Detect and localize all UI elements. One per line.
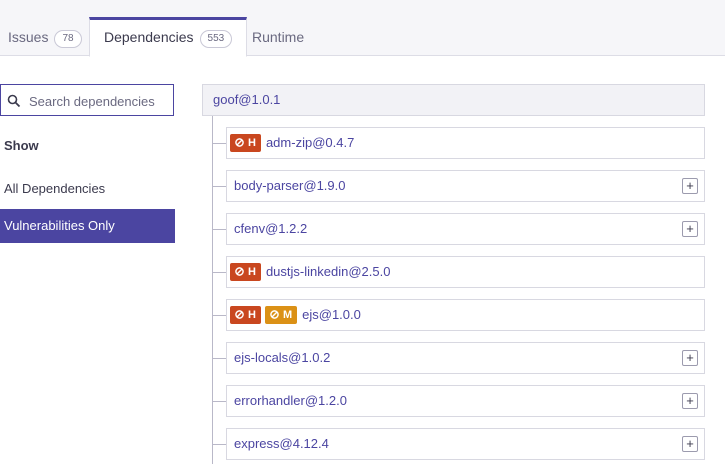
- show-label: Show: [4, 138, 39, 153]
- tree-branch-line: [212, 229, 226, 230]
- tree-root[interactable]: goof@1.0.1: [202, 84, 705, 116]
- expand-plus-icon[interactable]: +: [682, 350, 698, 366]
- tree-branch-line: [212, 358, 226, 359]
- search-icon: [7, 94, 21, 108]
- filter-all-dependencies[interactable]: All Dependencies: [0, 172, 175, 206]
- tab-dependencies-label: Dependencies: [104, 29, 194, 45]
- high-severity-badge: H: [230, 263, 261, 281]
- dependency-node[interactable]: body-parser@1.9.0 +: [226, 170, 705, 202]
- tab-issues[interactable]: Issues 78: [8, 18, 82, 56]
- tab-runtime[interactable]: Runtime: [252, 18, 304, 56]
- high-severity-badge: H: [230, 134, 261, 152]
- dependency-name: express@4.12.4: [234, 436, 329, 451]
- vulnerability-badges: Hdustjs-linkedin@2.5.0: [230, 263, 390, 281]
- tab-dependencies[interactable]: Dependencies 553: [89, 17, 248, 57]
- dependency-node[interactable]: ejs-locals@1.0.2 +: [226, 342, 705, 374]
- issues-count-badge: 78: [54, 30, 82, 48]
- tree-branch-line: [212, 272, 226, 273]
- dependency-node[interactable]: Hdustjs-linkedin@2.5.0: [226, 256, 705, 288]
- dependencies-count-badge: 553: [199, 30, 233, 48]
- tree-branch-line: [212, 401, 226, 402]
- tab-issues-label: Issues: [8, 29, 49, 45]
- dependency-node[interactable]: errorhandler@1.2.0 +: [226, 385, 705, 417]
- dependency-name: ejs@1.0.0: [302, 307, 361, 322]
- tree-branch-line: [212, 315, 226, 316]
- tree-branch-line: [212, 444, 226, 445]
- tab-runtime-label: Runtime: [252, 29, 305, 45]
- vulnerability-badges: H Mejs@1.0.0: [230, 306, 361, 324]
- dependency-node[interactable]: cfenv@1.2.2 +: [226, 213, 705, 245]
- medium-severity-badge: M: [264, 306, 298, 324]
- dependency-name: ejs-locals@1.0.2: [234, 350, 331, 365]
- expand-plus-icon[interactable]: +: [682, 178, 698, 194]
- expand-plus-icon[interactable]: +: [682, 221, 698, 237]
- vulnerability-badges: Hadm-zip@0.4.7: [230, 134, 354, 152]
- tree-branch-line: [212, 186, 226, 187]
- dependency-name: adm-zip@0.4.7: [265, 135, 355, 150]
- expand-plus-icon[interactable]: +: [682, 393, 698, 409]
- search-input[interactable]: [29, 90, 169, 112]
- tree-branch-line: [212, 143, 226, 144]
- high-severity-badge: H: [230, 306, 261, 324]
- dependency-name: dustjs-linkedin@2.5.0: [265, 264, 391, 279]
- expand-plus-icon[interactable]: +: [682, 436, 698, 452]
- search-box: [0, 84, 174, 116]
- dependency-name: errorhandler@1.2.0: [234, 393, 347, 408]
- tab-bar: Issues 78 Dependencies 553 Runtime: [0, 0, 725, 57]
- filter-vulnerabilities-only[interactable]: Vulnerabilities Only: [0, 209, 175, 243]
- dependency-node[interactable]: express@4.12.4 +: [226, 428, 705, 460]
- dependency-node[interactable]: Hadm-zip@0.4.7: [226, 127, 705, 159]
- dependency-name: cfenv@1.2.2: [234, 221, 308, 236]
- dependency-name: body-parser@1.9.0: [234, 178, 346, 193]
- tree-trunk-line: [212, 116, 213, 464]
- dependency-node[interactable]: H Mejs@1.0.0: [226, 299, 705, 331]
